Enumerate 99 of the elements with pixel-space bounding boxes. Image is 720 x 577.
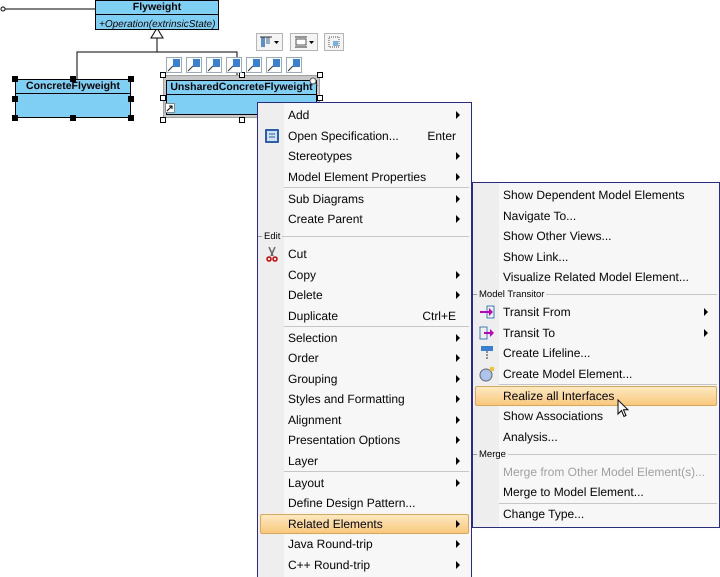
toolbar-button[interactable] xyxy=(290,33,318,51)
connector-icon[interactable] xyxy=(186,57,202,73)
submenu-arrow-icon xyxy=(454,291,462,300)
menu-item[interactable]: Create Parent xyxy=(260,209,469,230)
menu-item[interactable]: Show Dependent Model Elements xyxy=(475,185,717,206)
selection-handle[interactable] xyxy=(128,115,134,121)
menu-item[interactable]: Open Specification... Enter xyxy=(260,126,469,146)
selection-handle[interactable] xyxy=(160,72,166,78)
submenu-arrow-icon xyxy=(454,436,462,444)
submenu-arrow-icon xyxy=(454,560,462,569)
submenu-arrow-icon xyxy=(454,540,462,548)
submenu-arrow-icon xyxy=(702,308,710,316)
mouse-pointer-icon xyxy=(617,399,629,418)
selection-handle[interactable] xyxy=(12,115,18,121)
connector-icon[interactable] xyxy=(166,57,182,73)
submenu-arrow-icon xyxy=(454,478,462,487)
menu-item[interactable]: Order xyxy=(260,348,469,368)
menu-item[interactable]: Delete xyxy=(260,285,469,306)
transit-to-icon xyxy=(479,324,495,341)
selection-handle[interactable] xyxy=(128,96,134,102)
menu-item[interactable]: Merge to Model Element... xyxy=(475,482,717,502)
submenu-arrow-icon xyxy=(454,172,462,181)
section-label: Merge xyxy=(479,448,506,460)
menu-item[interactable]: Stereotypes xyxy=(260,146,469,166)
resize-arrow-icon[interactable] xyxy=(165,103,175,113)
submenu-arrow-icon xyxy=(454,111,462,120)
menu-item[interactable]: Related Elements xyxy=(260,514,469,534)
menu-item[interactable]: C++ Round-trip xyxy=(260,554,469,575)
menu-item[interactable]: Show Other Views... xyxy=(475,226,717,246)
lifeline-icon xyxy=(479,345,495,362)
operation-text: +Operation(extrinsicState) xyxy=(98,18,216,32)
class-box[interactable]: Flyweight +Operation(extrinsicState) xyxy=(95,0,219,30)
menu-item[interactable]: Duplicate Ctrl+E xyxy=(260,306,469,326)
menu-item[interactable]: Change Type... xyxy=(475,504,717,524)
submenu-arrow-icon xyxy=(454,395,462,404)
menu-item[interactable]: Show Link... xyxy=(475,246,717,267)
menu-item[interactable]: Transit To xyxy=(475,322,717,343)
submenu-arrow-icon xyxy=(454,456,462,465)
menu-item[interactable]: Transit From xyxy=(475,302,717,322)
connector-icon[interactable] xyxy=(206,57,222,73)
connector-icon[interactable] xyxy=(286,57,302,73)
submenu-arrow-icon xyxy=(454,334,462,342)
submenu-arrow-icon xyxy=(454,270,462,279)
submenu-arrow-icon xyxy=(454,194,462,203)
selection-handle[interactable] xyxy=(70,115,76,121)
menu-item[interactable]: Layout xyxy=(260,472,469,493)
menu-item[interactable]: Alignment xyxy=(260,410,469,430)
selection-handle[interactable] xyxy=(12,96,18,102)
scissors-icon xyxy=(264,246,280,262)
menu-item[interactable]: Visualize Related Model Element... xyxy=(475,267,717,288)
transit-from-icon xyxy=(479,304,495,320)
connector-icon[interactable] xyxy=(266,57,282,73)
menu-item[interactable]: Presentation Options xyxy=(260,430,469,450)
menu-item[interactable]: Navigate To... xyxy=(475,206,717,226)
submenu-arrow-icon xyxy=(454,215,462,224)
toolbar-button[interactable] xyxy=(324,33,344,51)
menu-item[interactable]: Analysis... xyxy=(475,426,717,447)
model-element-icon xyxy=(479,366,495,382)
menu-item[interactable]: Create Lifeline... xyxy=(475,343,717,364)
connector-icon[interactable] xyxy=(246,57,262,73)
menu-item[interactable]: Realize all Interfaces xyxy=(475,386,717,406)
dropdown-caret-icon xyxy=(274,40,279,44)
section-label: Model Transitor xyxy=(479,289,544,300)
menu-item[interactable]: Cut xyxy=(260,244,469,264)
menu-item[interactable]: Sub Diagrams xyxy=(260,188,469,209)
submenu-arrow-icon xyxy=(702,328,710,337)
selection-handle[interactable] xyxy=(160,94,166,100)
menu-item[interactable]: Show Associations xyxy=(475,406,717,426)
selection-handle[interactable] xyxy=(317,94,323,100)
selection-handle[interactable] xyxy=(160,117,166,123)
selection-handle[interactable] xyxy=(128,76,134,82)
submenu-arrow-icon xyxy=(454,354,462,362)
select-area-icon xyxy=(328,36,340,48)
menu-item[interactable]: Model Element Properties xyxy=(260,166,469,187)
specification-icon xyxy=(264,128,280,144)
menu-item[interactable]: Copy xyxy=(260,264,469,285)
selection-handle[interactable] xyxy=(238,117,244,123)
align-icon xyxy=(260,36,272,48)
menu-item[interactable]: Create Model Element... xyxy=(475,364,717,384)
menu-item[interactable]: Selection xyxy=(260,328,469,348)
connector-icon[interactable] xyxy=(226,57,242,73)
menu-item[interactable]: Java Round-trip xyxy=(260,534,469,554)
class-box[interactable]: ConcreteFlyweight xyxy=(15,79,131,118)
submenu-arrow-icon xyxy=(454,374,462,383)
submenu-arrow-icon xyxy=(454,520,462,528)
class-name: Flyweight xyxy=(96,1,218,15)
selection-handle[interactable] xyxy=(70,76,76,82)
menu-item[interactable]: Define Design Pattern... xyxy=(260,493,469,514)
dropdown-caret-icon xyxy=(308,40,314,44)
section-label: Edit xyxy=(264,231,280,242)
menu-item[interactable]: Styles and Formatting xyxy=(260,389,469,410)
menu-item[interactable]: Grouping xyxy=(260,368,469,389)
menu-item[interactable]: Layer xyxy=(260,450,469,471)
distribute-icon xyxy=(294,36,306,48)
toolbar-button[interactable] xyxy=(256,33,283,51)
submenu-arrow-icon xyxy=(454,152,462,160)
submenu-arrow-icon xyxy=(454,416,462,424)
selection-handle[interactable] xyxy=(317,72,323,78)
selection-handle[interactable] xyxy=(12,76,18,82)
